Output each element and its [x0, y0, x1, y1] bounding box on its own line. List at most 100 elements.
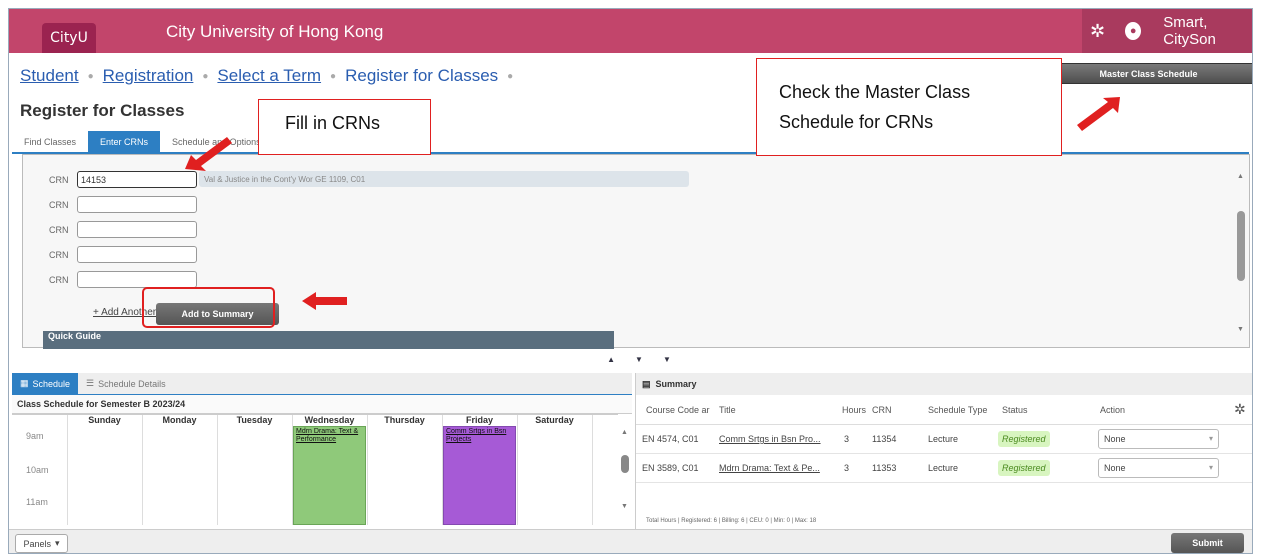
row-code: EN 3589, C01: [642, 463, 699, 473]
crn-input-3[interactable]: [77, 221, 197, 238]
callout-text-line: Check the Master Class: [779, 82, 971, 102]
day-header: Sunday: [88, 415, 121, 425]
panel-splitter[interactable]: ▲ ▼ ▼: [594, 355, 684, 373]
tab-schedule[interactable]: ▦ Schedule: [12, 373, 79, 394]
action-select[interactable]: None ▾: [1098, 458, 1219, 478]
settings-gear-icon[interactable]: ✲: [1234, 401, 1246, 418]
crn-row: CRN: [49, 246, 197, 263]
col-action[interactable]: Action: [1100, 405, 1125, 415]
day-header: Saturday: [535, 415, 574, 425]
day-header: Wednesday: [304, 415, 355, 425]
crn-label: CRN: [49, 224, 69, 235]
summary-title: Summary: [655, 379, 697, 389]
action-select[interactable]: None ▾: [1098, 429, 1219, 449]
top-header: CityU City University of Hong Kong ✲ ● S…: [9, 9, 1252, 53]
breadcrumb-separator: ●: [507, 70, 514, 82]
cityu-logo[interactable]: CityU: [42, 23, 96, 53]
row-crn: 11354: [872, 434, 897, 444]
status-badge: Registered: [998, 431, 1050, 447]
crn-label: CRN: [49, 249, 69, 260]
col-title[interactable]: Title: [719, 405, 736, 415]
col-course-code[interactable]: Course Code ar: [646, 405, 710, 415]
chevron-down-icon: ▾: [55, 538, 60, 548]
crn-row: CRN: [49, 271, 197, 288]
breadcrumb-select-term[interactable]: Select a Term: [217, 66, 321, 86]
grid-line: [217, 415, 218, 525]
tab-schedule-details[interactable]: ☰ Schedule Details: [78, 373, 174, 394]
user-icon[interactable]: ●: [1125, 22, 1142, 40]
page-title: Register for Classes: [20, 101, 185, 120]
col-schedule-type[interactable]: Schedule Type: [928, 405, 987, 415]
crn-input-5[interactable]: [77, 271, 197, 288]
tab-details-label: Schedule Details: [98, 378, 166, 389]
row-crn: 11353: [872, 463, 897, 473]
event-wednesday[interactable]: Mdrn Drama: Text & Performance: [293, 426, 366, 525]
row-title-link[interactable]: Mdrn Drama: Text & Pe...: [719, 463, 820, 473]
action-value: None: [1104, 463, 1126, 473]
table-row: EN 3589, C01 Mdrn Drama: Text & Pe... 3 …: [636, 454, 1252, 483]
breadcrumb-separator: ●: [330, 70, 337, 82]
header-user-area: ✲ ● Smart, CitySon: [1082, 9, 1252, 53]
tab-find-classes[interactable]: Find Classes: [12, 131, 88, 153]
callout-check-master: Check the Master Class Schedule for CRNs: [756, 58, 1062, 156]
crn-input-1[interactable]: 14153: [77, 171, 197, 188]
row-code: EN 4574, C01: [642, 434, 699, 444]
grid-line: [67, 415, 68, 525]
red-arrow-master-icon: [1077, 97, 1120, 131]
time-label: 11am: [26, 497, 48, 507]
day-header: Friday: [465, 415, 493, 425]
grid-line: [142, 415, 143, 525]
grid-line: [517, 415, 518, 525]
breadcrumb-student[interactable]: Student: [20, 66, 79, 86]
scroll-down-icon[interactable]: ▼: [1237, 326, 1244, 333]
schedule-tabs: ▦ Schedule ☰ Schedule Details: [12, 373, 632, 395]
callout-fill-crns: Fill in CRNs: [258, 99, 431, 155]
grid-line: [592, 415, 593, 525]
row-title-link[interactable]: Comm Srtgs in Bsn Pro...: [719, 434, 821, 444]
quick-guide-bar[interactable]: Quick Guide: [43, 331, 614, 349]
user-name[interactable]: Smart, CitySon: [1163, 14, 1252, 48]
scroll-up-icon[interactable]: ▲: [621, 429, 628, 436]
crn-panel-scrollbar[interactable]: ▲ ▼: [1233, 163, 1247, 343]
master-class-schedule-button[interactable]: Master Class Schedule: [1042, 63, 1252, 84]
panels-label: Panels: [23, 538, 51, 549]
event-friday[interactable]: Comm Srtgs in Bsn Projects: [443, 426, 516, 525]
splitter-up-icon[interactable]: ▲: [607, 355, 615, 373]
breadcrumb-separator: ●: [87, 70, 94, 82]
course-hint: Val & Justice in the Cont'y Wor GE 1109,…: [199, 171, 689, 187]
time-label: 9am: [26, 431, 44, 441]
col-status[interactable]: Status: [1002, 405, 1028, 415]
splitter-center-icon[interactable]: ▼: [635, 355, 643, 373]
breadcrumb-registration[interactable]: Registration: [103, 66, 194, 86]
time-label: 10am: [26, 465, 49, 475]
university-name: City University of Hong Kong: [166, 22, 384, 41]
action-value: None: [1104, 434, 1126, 444]
scroll-thumb[interactable]: [1237, 211, 1245, 281]
callout-add-summary-box: [142, 287, 275, 328]
schedule-scrollbar[interactable]: ▲ ▼: [619, 415, 631, 531]
gear-icon[interactable]: ✲: [1090, 21, 1105, 42]
scroll-down-icon[interactable]: ▼: [621, 503, 628, 510]
row-type: Lecture: [928, 463, 959, 473]
row-hours: 3: [844, 434, 850, 444]
chevron-down-icon[interactable]: ▾: [1209, 463, 1213, 472]
splitter-down-icon[interactable]: ▼: [663, 355, 671, 373]
scroll-thumb[interactable]: [621, 455, 629, 473]
crn-input-2[interactable]: [77, 196, 197, 213]
crn-input-4[interactable]: [77, 246, 197, 263]
chevron-down-icon[interactable]: ▾: [1209, 434, 1213, 443]
summary-icon: ▤: [642, 378, 651, 389]
day-header: Monday: [162, 415, 197, 425]
schedule-grid: Sunday Monday Tuesday Wednesday Thursday…: [12, 414, 618, 525]
submit-button[interactable]: Submit: [1171, 533, 1244, 553]
breadcrumb: Student ● Registration ● Select a Term ● Re…: [20, 66, 522, 86]
scroll-up-icon[interactable]: ▲: [1237, 173, 1244, 180]
tab-enter-crns[interactable]: Enter CRNs: [88, 131, 161, 153]
panels-button[interactable]: Panels ▾: [15, 534, 68, 553]
breadcrumb-separator: ●: [202, 70, 209, 82]
calendar-icon: ▦: [20, 378, 29, 388]
status-badge: Registered: [998, 460, 1050, 476]
crn-row: CRN: [49, 221, 197, 238]
col-crn[interactable]: CRN: [872, 405, 892, 415]
col-hours[interactable]: Hours: [842, 405, 866, 415]
